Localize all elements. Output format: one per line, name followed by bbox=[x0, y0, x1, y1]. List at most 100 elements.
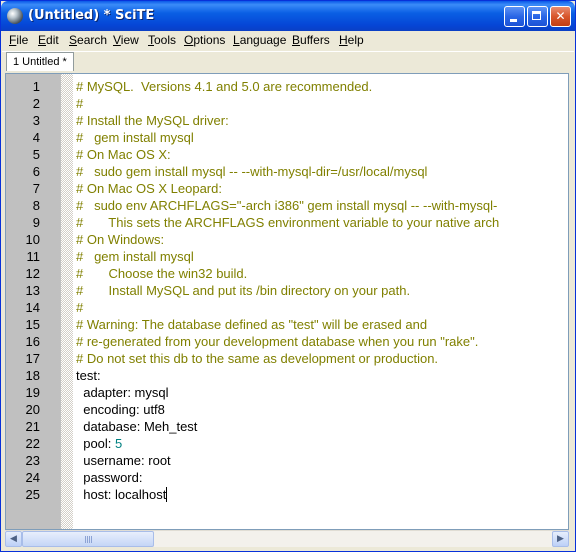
menu-buffers[interactable]: Buffers bbox=[292, 33, 330, 47]
line-number: 11 bbox=[26, 249, 41, 264]
line-number: 16 bbox=[25, 334, 40, 349]
horizontal-scrollbar[interactable]: ◀ ▶ bbox=[5, 530, 569, 547]
editor-line[interactable]: 14 # bbox=[6, 299, 568, 316]
line-text: database: Meh_test bbox=[76, 419, 198, 434]
minimize-button[interactable] bbox=[504, 6, 525, 27]
line-text: # MySQL. Versions 4.1 and 5.0 are recomm… bbox=[76, 79, 373, 94]
line-text: encoding: utf8 bbox=[76, 402, 165, 417]
line-number: 20 bbox=[25, 402, 40, 417]
line-text: # On Mac OS X: bbox=[76, 147, 171, 162]
tab-untitled[interactable]: 1 Untitled * bbox=[6, 52, 74, 71]
editor-line[interactable]: 2 # bbox=[6, 95, 568, 112]
close-button[interactable]: ✕ bbox=[550, 6, 571, 27]
menu-search[interactable]: Search bbox=[69, 33, 107, 47]
line-text: # Do not set this db to the same as deve… bbox=[76, 351, 439, 366]
code-text: database: Meh_test bbox=[76, 418, 197, 435]
editor-line[interactable]: 1 # MySQL. Versions 4.1 and 5.0 are recom… bbox=[6, 78, 568, 95]
code-text: adapter: mysql bbox=[76, 384, 168, 401]
arrow-left-icon: ◀ bbox=[10, 534, 17, 544]
line-number: 8 bbox=[32, 198, 40, 213]
scroll-right-button[interactable]: ▶ bbox=[552, 531, 569, 547]
scite-window: (Untitled) * SciTE ✕ File Edit Search Vi… bbox=[0, 0, 576, 552]
line-text: # On Mac OS X Leopard: bbox=[76, 181, 222, 196]
editor-line[interactable]: 11 # gem install mysql bbox=[6, 248, 568, 265]
line-number: 5 bbox=[32, 147, 40, 162]
comment-text: # sudo gem install mysql -- --with-mysql… bbox=[76, 163, 427, 180]
scrollbar-thumb[interactable] bbox=[22, 531, 154, 547]
editor-line[interactable]: 7 # On Mac OS X Leopard: bbox=[6, 180, 568, 197]
editor-line[interactable]: 4 # gem install mysql bbox=[6, 129, 568, 146]
editor-line[interactable]: 10 # On Windows: bbox=[6, 231, 568, 248]
editor-line[interactable]: 3 # Install the MySQL driver: bbox=[6, 112, 568, 129]
comment-text: # Do not set this db to the same as deve… bbox=[76, 350, 438, 367]
minimize-icon bbox=[510, 19, 517, 22]
line-text: username: root bbox=[76, 453, 171, 468]
line-number: 13 bbox=[25, 283, 40, 298]
menu-options[interactable]: Options bbox=[184, 33, 225, 47]
maximize-button[interactable] bbox=[527, 6, 548, 27]
menu-language[interactable]: Language bbox=[233, 33, 286, 47]
menu-file[interactable]: File bbox=[9, 33, 28, 47]
scite-sphere-icon[interactable] bbox=[7, 8, 23, 24]
menu-edit[interactable]: Edit bbox=[38, 33, 59, 47]
menu-help[interactable]: Help bbox=[339, 33, 364, 47]
line-text: # This sets the ARCHFLAGS environment va… bbox=[76, 215, 500, 230]
close-icon: ✕ bbox=[555, 9, 566, 23]
comment-text: # bbox=[76, 95, 83, 112]
editor-line[interactable]: 19 adapter: mysql bbox=[6, 384, 568, 401]
line-number: 3 bbox=[32, 113, 40, 128]
editor-line[interactable]: 23 username: root bbox=[6, 452, 568, 469]
line-number: 24 bbox=[25, 470, 40, 485]
editor-line[interactable]: 18 test: bbox=[6, 367, 568, 384]
comment-text: # Install the MySQL driver: bbox=[76, 112, 229, 129]
comment-text: # On Mac OS X Leopard: bbox=[76, 180, 222, 197]
scroll-left-button[interactable]: ◀ bbox=[5, 531, 22, 547]
editor-line[interactable]: 5 # On Mac OS X: bbox=[6, 146, 568, 163]
editor-line[interactable]: 20 encoding: utf8 bbox=[6, 401, 568, 418]
comment-text: # This sets the ARCHFLAGS environment va… bbox=[76, 214, 499, 231]
arrow-right-icon: ▶ bbox=[557, 534, 564, 544]
editor-line[interactable]: 15 # Warning: The database defined as "te… bbox=[6, 316, 568, 333]
line-text: # bbox=[76, 96, 84, 111]
comment-text: # MySQL. Versions 4.1 and 5.0 are recomm… bbox=[76, 78, 372, 95]
menu-view[interactable]: View bbox=[113, 33, 139, 47]
editor-line[interactable]: 16 # re-generated from your development d… bbox=[6, 333, 568, 350]
editor-line[interactable]: 24 password: bbox=[6, 469, 568, 486]
tab-bar: 1 Untitled * bbox=[2, 51, 574, 72]
editor-line[interactable]: 21 database: Meh_test bbox=[6, 418, 568, 435]
editor-line[interactable]: 9 # This sets the ARCHFLAGS environment v… bbox=[6, 214, 568, 231]
editor-line[interactable]: 8 # sudo env ARCHFLAGS="-arch i386" gem i… bbox=[6, 197, 568, 214]
line-number: 21 bbox=[25, 419, 40, 434]
line-text: password: bbox=[76, 470, 143, 485]
editor-line[interactable]: 25 host: localhost bbox=[6, 486, 568, 503]
editor-line[interactable]: 12 # Choose the win32 build. bbox=[6, 265, 568, 282]
editor-line[interactable]: 22 pool: 5 bbox=[6, 435, 568, 452]
editor-line[interactable]: 17 # Do not set this db to the same as de… bbox=[6, 350, 568, 367]
code-text: pool: 5 bbox=[76, 435, 122, 452]
editor[interactable]: 1 # MySQL. Versions 4.1 and 5.0 are recom… bbox=[5, 73, 569, 530]
comment-text: # bbox=[76, 299, 83, 316]
line-number: 4 bbox=[32, 130, 40, 145]
line-text: # gem install mysql bbox=[76, 130, 194, 145]
code-text: encoding: utf8 bbox=[76, 401, 165, 418]
comment-text: # Warning: The database defined as "test… bbox=[76, 316, 427, 333]
editor-lines[interactable]: 1 # MySQL. Versions 4.1 and 5.0 are recom… bbox=[6, 78, 568, 503]
line-number: 10 bbox=[25, 232, 40, 247]
number-literal: 5 bbox=[115, 436, 123, 451]
line-number: 1 bbox=[32, 79, 40, 94]
maximize-icon bbox=[532, 11, 541, 20]
line-text: # Warning: The database defined as "test… bbox=[76, 317, 428, 332]
line-number: 12 bbox=[25, 266, 40, 281]
comment-text: # On Mac OS X: bbox=[76, 146, 171, 163]
title-bar[interactable]: (Untitled) * SciTE ✕ bbox=[1, 1, 575, 31]
comment-text: # re-generated from your development dat… bbox=[76, 333, 478, 350]
menu-tools[interactable]: Tools bbox=[148, 33, 176, 47]
code-text: host: localhost bbox=[76, 486, 168, 503]
line-text: # Install the MySQL driver: bbox=[76, 113, 229, 128]
line-number: 25 bbox=[25, 487, 40, 502]
editor-line[interactable]: 13 # Install MySQL and put its /bin direc… bbox=[6, 282, 568, 299]
code-text: test: bbox=[76, 367, 101, 384]
comment-text: # Choose the win32 build. bbox=[76, 265, 247, 282]
editor-line[interactable]: 6 # sudo gem install mysql -- --with-mysq… bbox=[6, 163, 568, 180]
line-number: 14 bbox=[25, 300, 40, 315]
